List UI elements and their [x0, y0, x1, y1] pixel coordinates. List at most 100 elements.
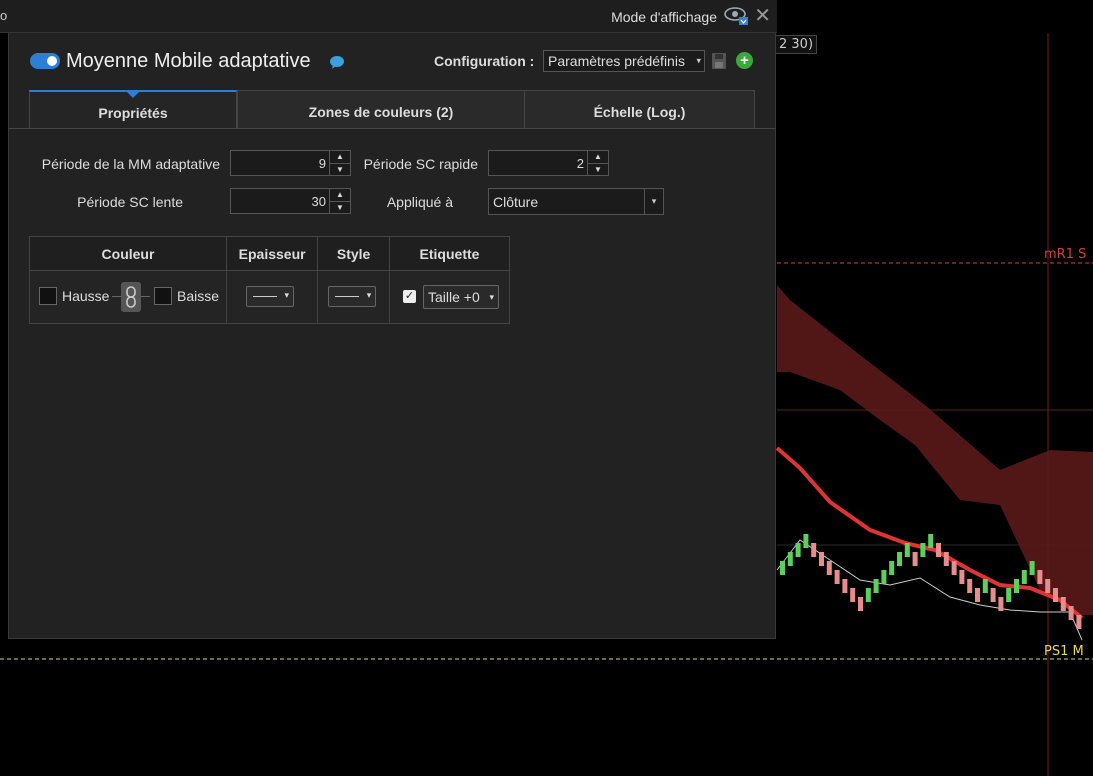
stepper-buttons[interactable]: ▲ ▼ — [587, 151, 608, 175]
candle-down — [1076, 615, 1082, 629]
tab-divider — [9, 128, 776, 129]
configuration-label: Configuration : — [434, 53, 535, 69]
candle-down — [943, 552, 949, 566]
thickness-cell: ▾ — [225, 270, 319, 324]
header-style: Style — [317, 236, 390, 271]
style-cell: ▾ — [317, 270, 390, 324]
label-checkbox[interactable]: ✓ — [402, 290, 416, 303]
candle-down — [975, 588, 980, 602]
stepper-buttons[interactable]: ▲ ▼ — [329, 151, 350, 175]
header-label: Etiquette — [388, 236, 511, 271]
candle-up — [780, 561, 785, 575]
fast-sc-label: Période SC rapide — [363, 156, 478, 172]
preset-select-value: Paramètres prédéfinis — [548, 53, 685, 69]
floppy-disk-icon[interactable] — [712, 53, 726, 69]
candle-down — [990, 588, 996, 602]
fast-sc-value: 2 — [576, 156, 584, 171]
candle-down — [1060, 597, 1066, 611]
tab-properties[interactable]: Propriétés — [29, 90, 237, 128]
label-size-value: Taille +0 — [427, 289, 480, 305]
chat-bubble-icon[interactable] — [329, 55, 345, 69]
ichimoku-cloud — [777, 285, 1093, 615]
candle-down — [811, 543, 817, 557]
chevron-down-icon: ▾ — [696, 55, 701, 66]
chevron-down-icon[interactable]: ▼ — [588, 163, 608, 176]
tab-log-scale[interactable]: Échelle (Log.) — [524, 90, 755, 128]
toggle-switch-icon[interactable] — [30, 53, 60, 69]
topbar-left-text: o — [0, 8, 8, 23]
candle-up — [889, 561, 895, 575]
candle-down — [842, 579, 848, 593]
slow-sc-label: Période SC lente — [77, 194, 183, 210]
window-topbar: o Mode d'affichage ✕ — [0, 0, 777, 33]
rise-color-swatch[interactable] — [39, 287, 57, 305]
candle-down — [826, 561, 832, 575]
chart-label-mr1: mR1 S — [1044, 247, 1087, 262]
candle-up — [803, 534, 809, 548]
chevron-down-icon: ▾ — [644, 189, 663, 214]
candle-up — [897, 552, 902, 566]
candle-down — [1045, 579, 1051, 593]
candle-up — [865, 588, 871, 602]
slow-sc-stepper[interactable]: 30 ▲ ▼ — [230, 188, 351, 214]
chain-link-icon[interactable] — [121, 282, 141, 312]
line-sample — [335, 296, 360, 297]
label-size-select[interactable]: Taille +0 ▾ — [422, 285, 499, 309]
thickness-select[interactable]: ▾ — [246, 286, 294, 307]
candle-up — [1006, 588, 1012, 602]
label-cell: ✓ Taille +0 ▾ — [388, 270, 511, 324]
candle-down — [834, 570, 840, 584]
candle-up — [920, 543, 926, 557]
candle-up — [795, 543, 801, 557]
chevron-down-icon[interactable]: ▼ — [330, 201, 350, 214]
chart-label-top: 2 30) — [775, 35, 818, 54]
display-mode-label[interactable]: Mode d'affichage — [611, 9, 717, 25]
preset-select[interactable]: Paramètres prédéfinis ▾ — [543, 50, 705, 72]
candle-down — [912, 552, 918, 566]
fall-color-swatch[interactable] — [154, 287, 172, 305]
stepper-buttons[interactable]: ▲ ▼ — [329, 189, 350, 213]
fast-sc-stepper[interactable]: 2 ▲ ▼ — [488, 150, 609, 176]
candle-up — [873, 579, 879, 593]
color-cell: Hausse Baisse — [29, 270, 227, 324]
chevron-up-icon[interactable]: ▲ — [330, 151, 350, 163]
header-thickness: Epaisseur — [225, 236, 319, 271]
candle-down — [858, 597, 863, 611]
candle-up — [904, 543, 910, 557]
candle-down — [819, 552, 824, 566]
tab-color-zones[interactable]: Zones de couleurs (2) — [237, 90, 525, 128]
candle-down — [959, 570, 965, 584]
chevron-down-icon: ▾ — [366, 290, 372, 300]
candle-down — [850, 588, 856, 602]
chevron-up-icon[interactable]: ▲ — [588, 151, 608, 163]
candle-down — [1037, 570, 1043, 584]
ama-period-label: Période de la MM adaptative — [41, 156, 220, 172]
candle-up — [928, 534, 934, 548]
slow-sc-value: 30 — [311, 194, 326, 209]
candle-down — [936, 543, 941, 557]
plus-circle-icon[interactable]: + — [736, 52, 753, 69]
applied-to-label: Appliqué à — [386, 194, 453, 210]
candle-down — [967, 579, 973, 593]
ama-period-value: 9 — [318, 156, 326, 171]
close-icon[interactable]: ✕ — [754, 3, 771, 28]
candle-up — [881, 570, 887, 584]
candle-up — [1014, 579, 1019, 593]
applied-to-select[interactable]: Clôture ▾ — [488, 188, 664, 215]
chevron-up-icon[interactable]: ▲ — [330, 189, 350, 201]
eye-icon[interactable] — [723, 4, 749, 26]
candle-down — [951, 561, 957, 575]
ama-period-stepper[interactable]: 9 ▲ ▼ — [230, 150, 351, 176]
chevron-down-icon: ▾ — [284, 290, 289, 300]
chevron-down-icon[interactable]: ▼ — [330, 163, 350, 176]
line-style-select[interactable]: ▾ — [328, 286, 377, 307]
candle-up — [787, 552, 793, 566]
candle-up — [1029, 561, 1035, 575]
indicator-properties-dialog: Moyenne Mobile adaptative Configuration … — [8, 33, 776, 639]
candle-down — [1053, 588, 1058, 602]
candle-down — [1068, 606, 1074, 620]
candle-up — [1021, 570, 1027, 584]
rise-label: Hausse — [62, 288, 110, 304]
line-style-table: Couleur Epaisseur Style Etiquette Hausse… — [29, 236, 511, 324]
line-sample — [253, 296, 277, 297]
